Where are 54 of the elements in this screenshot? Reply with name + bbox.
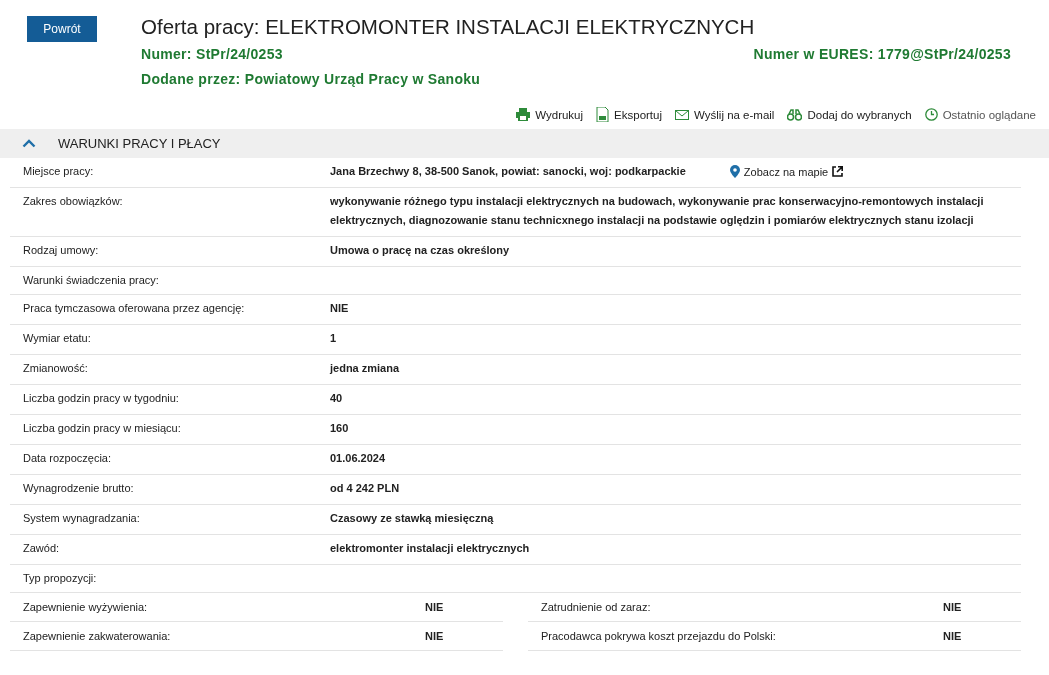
action-link[interactable]: Wyślij na e-mail bbox=[675, 107, 775, 122]
printer-icon bbox=[516, 108, 531, 121]
action-link[interactable]: Dodaj do wybranych bbox=[787, 107, 912, 122]
field-value: 40 bbox=[330, 391, 343, 406]
field-value: NIE bbox=[943, 599, 963, 615]
field-label: Miejsce pracy: bbox=[22, 164, 95, 177]
field-label: Pracodawca pokrywa koszt przejazdu do Polski: bbox=[541, 630, 777, 642]
field-label: System wynagradzania: bbox=[22, 511, 141, 524]
field-value: 160 bbox=[330, 421, 349, 436]
field-value: elektromonter instalacji elektrycznych bbox=[330, 541, 530, 556]
map-pin-icon bbox=[729, 165, 740, 178]
field-label: Zawód: bbox=[22, 541, 61, 554]
eures-number: Numer w EURES: 1779@StPr/24/0253 bbox=[753, 46, 1011, 62]
field-label: Typ propozycji: bbox=[22, 571, 98, 584]
envelope-icon bbox=[675, 109, 689, 120]
field-value: wykonywanie różnego typu instalacji elektrycznych na budowach, wykonywanie prac konserwacyjno-remontowych instalacji elektrycznych, diagnozowanie stanu technicxnego instalacji na podstawie oględzin i pomiarów elektrycznych stanu izolacji bbox=[330, 194, 985, 228]
field-label: Zmianowość: bbox=[22, 361, 89, 374]
field-value: jedna zmiana bbox=[330, 361, 400, 376]
field-value: 1 bbox=[330, 331, 337, 346]
field-label: Liczba godzin pracy w miesiącu: bbox=[22, 421, 182, 434]
external-link-icon bbox=[832, 166, 844, 177]
field-label: Zatrudnienie od zaraz: bbox=[541, 601, 652, 613]
field-value: Jana Brzechwy 8, 38-500 Sanok, powiat: sanocki, woj: podkarpackie bbox=[330, 164, 686, 179]
offer-number: Numer: StPr/24/0253 bbox=[141, 46, 283, 62]
added-by: Dodane przez: Powiatowy Urząd Pracy w Sanoku bbox=[141, 71, 481, 87]
binoculars-icon bbox=[787, 108, 803, 121]
field-label: Rodzaj umowy: bbox=[22, 243, 100, 256]
action-link[interactable]: Eksportuj bbox=[596, 107, 662, 122]
section-header[interactable]: WARUNKI PRACY I PŁACY bbox=[0, 129, 1049, 158]
field-label: Liczba godzin pracy w tygodniu: bbox=[22, 391, 180, 404]
field-value: od 4 242 PLN bbox=[330, 481, 400, 496]
clock-icon bbox=[924, 108, 938, 121]
field-value: Czasowy ze stawką miesięczną bbox=[330, 511, 494, 526]
action-link[interactable]: Wydrukuj bbox=[516, 107, 584, 122]
field-label: Zakres obowiązków: bbox=[22, 194, 124, 207]
field-value: NIE bbox=[943, 628, 963, 644]
page-title: Oferta pracy: ELEKTROMONTER INSTALACJI ELEKTRYCZNYCH bbox=[141, 16, 756, 38]
section-title: WARUNKI PRACY I PŁACY bbox=[58, 136, 221, 151]
field-label: Praca tymczasowa oferowana przez agencję: bbox=[22, 301, 246, 314]
field-value: Umowa o pracę na czas określony bbox=[330, 243, 510, 258]
field-label: Wymiar etatu: bbox=[22, 331, 92, 344]
document-icon bbox=[596, 107, 610, 122]
field-value: 01.06.2024 bbox=[330, 451, 386, 466]
map-link[interactable]: Zobacz na mapie bbox=[729, 165, 844, 178]
field-label: Wynagrodzenie brutto: bbox=[22, 481, 135, 494]
action-link[interactable]: Ostatnio oglądane bbox=[924, 107, 1036, 122]
field-value: NIE bbox=[330, 301, 349, 316]
field-label: Warunki świadczenia pracy: bbox=[22, 273, 160, 286]
field-label: Data rozpoczęcia: bbox=[22, 451, 113, 464]
field-value: NIE bbox=[425, 628, 445, 644]
field-label: Zapewnienie zakwaterowania: bbox=[23, 630, 172, 642]
back-button[interactable]: Powrót bbox=[27, 16, 97, 42]
field-value: NIE bbox=[425, 599, 445, 615]
field-label: Zapewnienie wyżywienia: bbox=[23, 601, 149, 613]
